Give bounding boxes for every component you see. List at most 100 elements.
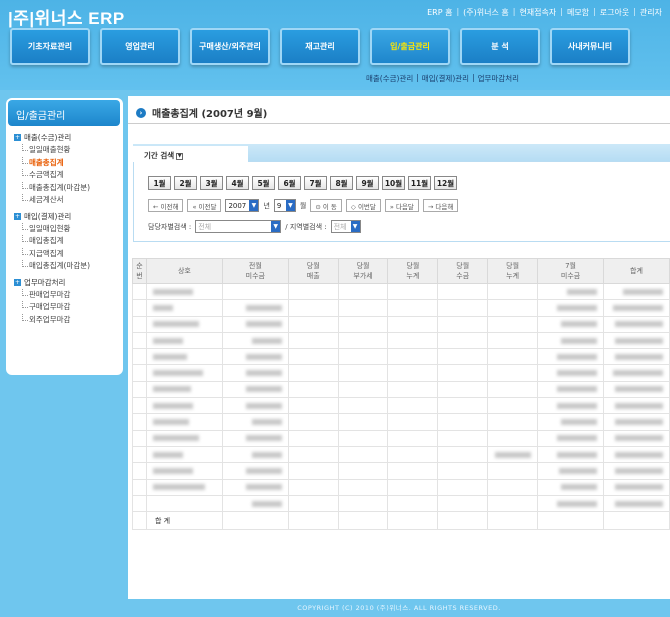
value-cell	[287, 299, 339, 317]
value-cell	[387, 397, 439, 415]
sidebar-item-sales-total-closed[interactable]: 매출총집계(마감분)	[14, 181, 122, 195]
plus-icon: +	[14, 134, 21, 141]
value-cell	[387, 413, 439, 431]
sidebar-group-header-closing[interactable]: + 업무마감처리	[14, 276, 122, 289]
table-row[interactable]	[132, 429, 670, 447]
table-row[interactable]	[132, 478, 670, 496]
table-row[interactable]	[132, 413, 670, 431]
value-cell	[221, 348, 289, 366]
value-cell	[437, 445, 489, 464]
year-select[interactable]: 2007 ▼	[225, 199, 260, 212]
value-cell	[221, 397, 289, 415]
region-select[interactable]: 전체 ▼	[330, 220, 361, 233]
link-current-users[interactable]: 현재접속자	[519, 7, 556, 18]
table-row[interactable]	[132, 494, 670, 513]
value-cell	[287, 331, 339, 350]
nav-analysis[interactable]: 분 석	[460, 28, 540, 65]
month-button-10[interactable]: 10월	[382, 176, 405, 190]
redacted-value	[152, 337, 183, 344]
nav-basic-data[interactable]: 기초자료관리	[10, 28, 90, 65]
value-cell	[603, 282, 670, 301]
chevron-down-icon: ▼	[271, 221, 281, 232]
table-row[interactable]	[132, 282, 670, 301]
table-row[interactable]	[132, 397, 670, 415]
month-button-1[interactable]: 1월	[148, 176, 171, 190]
redacted-value	[613, 370, 663, 377]
redacted-value	[615, 386, 663, 393]
sidebar-item-sales-total[interactable]: 매출총집계	[14, 156, 122, 170]
sidebar-item-sales-closing[interactable]: 판매업무마감	[14, 288, 122, 302]
move-button[interactable]: ⊙ 이 동	[310, 199, 342, 212]
month-button-8[interactable]: 8월	[330, 176, 353, 190]
prev-year-button[interactable]: ← 이전해	[148, 199, 184, 212]
link-company-home[interactable]: (주)위너스 홈	[463, 7, 509, 18]
nav-purchase[interactable]: 구매생산/외주관리	[190, 28, 270, 65]
sidebar-group-label: 매입(결제)관리	[24, 211, 72, 221]
month-button-7[interactable]: 7월	[304, 176, 327, 190]
link-memo[interactable]: 메모함	[567, 7, 589, 18]
redacted-value	[615, 484, 663, 491]
month-button-5[interactable]: 5월	[252, 176, 275, 190]
redacted-value	[152, 304, 173, 311]
nav-community[interactable]: 사내커뮤니티	[550, 28, 630, 65]
sidebar-item-daily-sales[interactable]: 일일매출현황	[14, 144, 122, 157]
month-buttons: 1월 2월 3월 4월 5월 6월 7월 8월 9월 10월 11월 12월	[148, 176, 457, 190]
value-cell	[537, 413, 604, 431]
nav-inventory[interactable]: 재고관리	[280, 28, 360, 65]
month-button-6[interactable]: 6월	[278, 176, 301, 190]
subnav-sales-collection[interactable]: 매출(수금)관리	[366, 73, 413, 84]
this-month-button[interactable]: ◇ 이번달	[345, 199, 381, 212]
sidebar-item-purchase-total[interactable]: 매입총집계	[14, 235, 122, 248]
link-admin[interactable]: 관리자	[640, 7, 662, 18]
month-button-3[interactable]: 3월	[200, 176, 223, 190]
nav-sales[interactable]: 영업관리	[100, 28, 180, 65]
redacted-value	[557, 500, 597, 507]
next-month-button[interactable]: » 다음달	[384, 199, 419, 212]
col-month-collection: 당월 수금	[437, 258, 489, 284]
month-select[interactable]: 9 ▼	[273, 199, 296, 212]
next-year-button[interactable]: → 다음해	[422, 199, 459, 212]
link-logout[interactable]: 로그아웃	[600, 7, 629, 18]
value-cell	[337, 331, 389, 350]
staff-select[interactable]: 전체 ▼	[195, 220, 282, 233]
table-row[interactable]	[132, 299, 670, 317]
sidebar-item-tax-invoice[interactable]: 세금계산서	[14, 194, 122, 207]
sales-summary-table: 순번 상호 전월 미수금 당월 매출 당월 부가세 당월 누계 당월 수금 당월 누계 7월…	[132, 258, 670, 531]
table-row[interactable]	[132, 380, 670, 399]
table-total-row: 합 계	[132, 511, 670, 531]
table-row[interactable]	[132, 331, 670, 350]
year-suffix: 년	[263, 201, 270, 210]
link-erp-home[interactable]: ERP 홈	[427, 7, 452, 18]
month-button-4[interactable]: 4월	[226, 176, 249, 190]
plus-icon: +	[14, 278, 21, 286]
month-button-9[interactable]: 9월	[356, 176, 379, 190]
sidebar-item-payment-total[interactable]: 지급액집계	[14, 247, 122, 261]
total-cell	[387, 511, 439, 531]
table-row[interactable]	[132, 445, 670, 464]
sidebar-item-daily-purchase[interactable]: 일일매입현황	[14, 222, 122, 236]
prev-month-button[interactable]: « 이전달	[187, 199, 222, 212]
subnav-closing[interactable]: 업무마감처리	[478, 73, 519, 84]
row-no-cell	[132, 364, 147, 382]
tab-period-search[interactable]: 기간 검색 ▼	[133, 146, 248, 162]
table-row[interactable]	[132, 315, 670, 333]
sidebar-item-purchase-total-closed[interactable]: 매입총집계(마감분)	[14, 260, 122, 273]
nav-cash[interactable]: 입/출금관리	[370, 28, 450, 65]
table-row[interactable]	[132, 348, 670, 366]
month-button-11[interactable]: 11월	[408, 176, 431, 190]
sidebar-item-collection-total[interactable]: 수금액집계	[14, 169, 122, 182]
value-cell	[337, 397, 389, 415]
month-value: 9	[276, 201, 282, 210]
month-button-2[interactable]: 2월	[174, 176, 197, 190]
month-button-12[interactable]: 12월	[434, 176, 457, 190]
value-cell	[603, 413, 670, 431]
sidebar-group-header-sales[interactable]: + 매출(수금)관리	[14, 131, 122, 144]
table-row[interactable]	[132, 364, 670, 382]
value-cell	[337, 494, 389, 513]
app-logo[interactable]: |주|위너스 ERP	[8, 4, 125, 29]
sidebar-item-outsource-closing[interactable]: 외주업무마감	[14, 313, 122, 327]
table-row[interactable]	[132, 462, 670, 480]
sidebar-group-header-purchase[interactable]: + 매입(결제)관리	[14, 210, 122, 223]
sidebar-item-purchase-closing[interactable]: 구매업무마감	[14, 301, 122, 314]
subnav-purchase-payment[interactable]: 매입(결제)관리	[422, 73, 469, 84]
